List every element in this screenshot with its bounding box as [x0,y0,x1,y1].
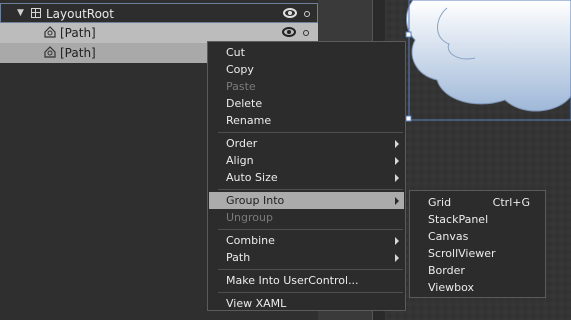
chevron-right-icon [395,140,399,148]
resize-handle[interactable] [405,31,412,38]
menu-item-auto-size[interactable]: Auto Size [209,169,404,186]
tree-item-label: LayoutRoot [46,7,114,21]
chevron-right-icon [395,254,399,262]
menu-item-rename[interactable]: Rename [209,112,404,129]
resize-handle[interactable] [405,115,412,122]
submenu-item-border[interactable]: Border [411,262,544,279]
triangle-down-icon[interactable]: ▼ [17,8,24,18]
menu-item-delete[interactable]: Delete [209,95,404,112]
menu-separator [218,229,403,230]
menu-separator [218,292,403,293]
submenu-item-grid[interactable]: Grid Ctrl+G [411,194,544,211]
menu-separator [218,132,403,133]
submenu-item-stackpanel[interactable]: StackPanel [411,211,544,228]
submenu-item-scrollviewer[interactable]: ScrollViewer [411,245,544,262]
menu-item-group-into[interactable]: Group Into [209,192,404,209]
menu-item-align[interactable]: Align [209,152,404,169]
menu-item-path[interactable]: Path [209,249,404,266]
submenu-item-canvas[interactable]: Canvas [411,228,544,245]
menu-item-make-into-usercontrol[interactable]: Make Into UserControl... [209,272,404,289]
menu-item-ungroup: Ungroup [226,211,273,224]
grid-icon [31,8,41,18]
menu-item-view-xaml[interactable]: View XAML [209,295,404,312]
chevron-right-icon [395,237,399,245]
menu-separator [218,189,403,190]
menu-item-order[interactable]: Order [209,135,404,152]
menu-separator [218,269,403,270]
tree-item-label: [Path] [60,26,96,40]
shortcut-label: Ctrl+G [492,196,530,209]
menu-item-copy[interactable]: Copy [209,61,404,78]
lock-circle-icon[interactable] [304,11,310,17]
eye-icon[interactable] [282,27,296,37]
menu-item-cut[interactable]: Cut [209,44,404,61]
tree-item-layoutroot[interactable]: ▼ LayoutRoot [0,3,318,23]
chevron-right-icon [395,157,399,165]
menu-item-paste: Paste [226,80,256,93]
eye-icon[interactable] [283,8,297,18]
menu-item-combine[interactable]: Combine [209,232,404,249]
chevron-right-icon [395,174,399,182]
submenu-item-viewbox[interactable]: Viewbox [411,279,544,296]
context-menu: Cut Copy Paste Delete Rename Order Align… [207,41,406,311]
lock-circle-icon[interactable] [303,30,309,36]
tree-item-label: [Path] [60,46,96,60]
tree-item-path[interactable]: [Path] [0,23,318,43]
group-into-submenu: Grid Ctrl+G StackPanel Canvas ScrollView… [409,190,546,298]
path-icon [44,26,56,38]
path-icon [44,46,56,58]
chevron-right-icon [395,197,399,205]
